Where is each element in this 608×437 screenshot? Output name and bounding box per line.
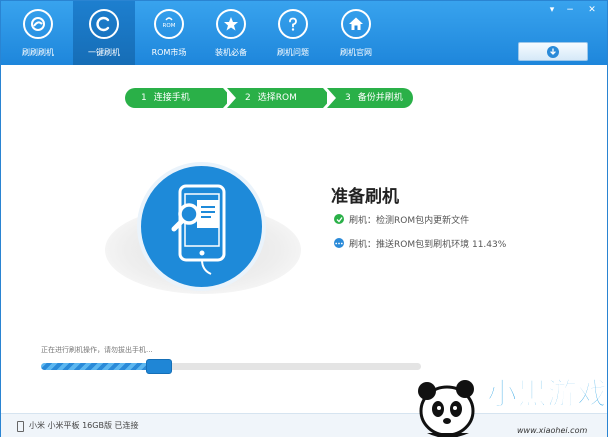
step-number: 1 (141, 93, 147, 103)
phone-search-icon (171, 184, 226, 275)
nav-item-one-click-flash[interactable]: 一键刷机 (73, 1, 135, 65)
progress-message: 正在进行刷机操作，请勿拔出手机... (41, 346, 153, 354)
status-push-rom: 刷机：推送ROM包到刷机环境 11.43% (334, 236, 506, 250)
device-connection-status: 小米 小米平板 16GB版 已连接 (29, 421, 139, 430)
top-navigation-bar: 刷刷刷机 一键刷机 ROM ROM市场 装机必备 刷机问题 刷机官网 ▾ − ✕ (1, 1, 607, 65)
nav-label: 装机必备 (215, 48, 247, 57)
step-label: 选择ROM (257, 93, 297, 103)
phone-search-illustration (137, 162, 266, 291)
nav-label: ROM市场 (151, 48, 187, 57)
dots-icon (334, 238, 344, 248)
nav-label: 一键刷机 (88, 48, 120, 57)
nav-item-official-site[interactable]: 刷机官网 (325, 1, 387, 65)
close-button[interactable]: ✕ (585, 4, 599, 16)
nav-label: 刷机问题 (277, 48, 309, 57)
home-icon (341, 9, 371, 39)
nav-item-flash-faq[interactable]: 刷机问题 (262, 1, 324, 65)
download-button[interactable] (518, 42, 588, 61)
nav-label: 刷刷刷机 (22, 48, 54, 57)
app-logo-icon (23, 9, 53, 39)
step-connect-phone: 1 连接手机 (125, 88, 223, 108)
xiaohei-watermark-logo: 小黑游戏 www.xiaohei.com (418, 377, 608, 437)
flash-progress-bar (41, 359, 421, 374)
refresh-c-icon (89, 9, 119, 39)
step-divider (227, 88, 236, 108)
step-choose-rom: 2 选择ROM (227, 88, 323, 108)
nav-label: 刷机官网 (340, 48, 372, 57)
step-label: 备份并刷机 (357, 93, 403, 103)
step-number: 3 (345, 93, 351, 103)
star-icon (216, 9, 246, 39)
minimize-button[interactable]: − (563, 4, 577, 16)
step-number: 2 (245, 93, 251, 103)
menu-dropdown-button[interactable]: ▾ (545, 4, 559, 16)
flash-tool-window: 刷刷刷机 一键刷机 ROM ROM市场 装机必备 刷机问题 刷机官网 ▾ − ✕… (0, 0, 608, 437)
status-check-rom: 刷机：检测ROM包内更新文件 (334, 212, 469, 226)
progress-handle (146, 359, 172, 374)
status-text: 刷机：推送ROM包到刷机环境 11.43% (349, 239, 507, 250)
download-arrow-icon (547, 45, 559, 58)
status-text: 刷机：检测ROM包内更新文件 (349, 215, 470, 226)
phone-icon (17, 421, 24, 432)
nav-item-brand[interactable]: 刷刷刷机 (7, 1, 69, 65)
check-icon (334, 214, 344, 224)
nav-item-essentials[interactable]: 装机必备 (200, 1, 262, 65)
nav-item-rom-market[interactable]: ROM ROM市场 (138, 1, 200, 65)
question-icon (278, 9, 308, 39)
rom-badge: ROM (163, 23, 176, 29)
page-title: 准备刷机 (331, 187, 399, 207)
step-label: 连接手机 (153, 93, 190, 103)
watermark-url: www.xiaohei.com (517, 426, 587, 435)
step-divider (327, 88, 336, 108)
progress-fill (41, 363, 152, 370)
step-backup-flash: 3 备份并刷机 (327, 88, 413, 108)
rom-bag-icon: ROM (154, 9, 184, 39)
watermark-text: 小黑游戏 (487, 377, 607, 412)
